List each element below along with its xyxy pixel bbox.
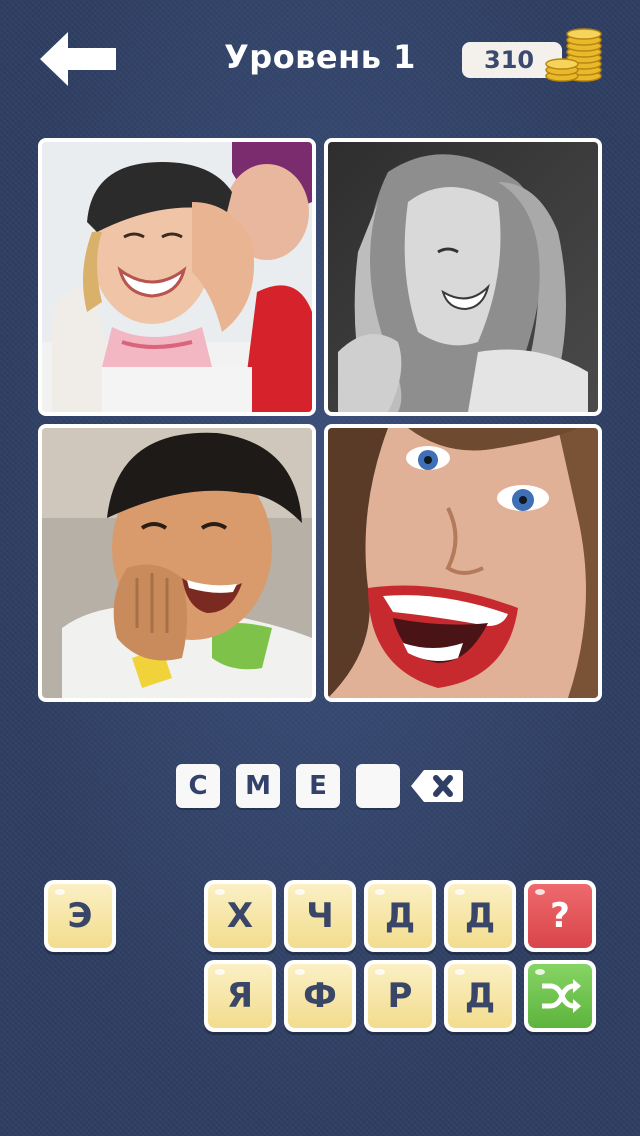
letter-key-1[interactable]: Э [44, 880, 116, 952]
back-button[interactable] [38, 30, 120, 88]
photo-boy-laughing[interactable] [38, 424, 316, 702]
hint-button[interactable]: ? [524, 880, 596, 952]
letter-key-3[interactable]: Ч [284, 880, 356, 952]
shuffle-icon [542, 979, 581, 1013]
answer-slot-2[interactable]: М [236, 764, 280, 808]
coin-stack-icon [545, 28, 602, 82]
letter-key-7[interactable]: Ф [284, 960, 356, 1032]
hint-label: ? [528, 884, 592, 948]
photo-2-image [328, 142, 598, 412]
letter-key-label: Д [448, 884, 512, 948]
backspace-icon [411, 770, 463, 802]
photo-couple-laughing[interactable] [38, 138, 316, 416]
photo-1-image [42, 142, 312, 412]
letter-key-8[interactable]: Р [364, 960, 436, 1032]
letter-key-label: Ф [288, 964, 352, 1028]
level-title: Уровень 1 [224, 38, 416, 76]
photo-woman-open-mouth-laughing[interactable] [324, 424, 602, 702]
photo-grid [38, 138, 602, 702]
letter-key-9[interactable]: Д [444, 960, 516, 1032]
top-bar: Уровень 1 310 [0, 0, 640, 120]
shuffle-button[interactable] [524, 960, 596, 1032]
photo-3-image [42, 428, 312, 698]
letter-key-6[interactable]: Я [204, 960, 276, 1032]
letter-key-2[interactable]: Х [204, 880, 276, 952]
photo-4-image [328, 428, 598, 698]
delete-letter-button[interactable] [410, 768, 464, 804]
answer-slot-1[interactable]: С [176, 764, 220, 808]
shuffle-face [528, 964, 592, 1028]
answer-slot-3[interactable]: Е [296, 764, 340, 808]
letter-key-5[interactable]: Д [444, 880, 516, 952]
back-arrow-icon [40, 32, 116, 86]
letter-key-label: Д [448, 964, 512, 1028]
photo-woman-laughing-bw[interactable] [324, 138, 602, 416]
letter-key-label: Э [48, 884, 112, 948]
letter-key-label: Р [368, 964, 432, 1028]
letter-key-label: Я [208, 964, 272, 1028]
letter-key-4[interactable]: Д [364, 880, 436, 952]
letter-key-label: Х [208, 884, 272, 948]
letter-key-label: Ч [288, 884, 352, 948]
letter-key-label: Д [368, 884, 432, 948]
coin-counter[interactable]: 310 [462, 28, 607, 88]
answer-slot-4[interactable] [356, 764, 400, 808]
